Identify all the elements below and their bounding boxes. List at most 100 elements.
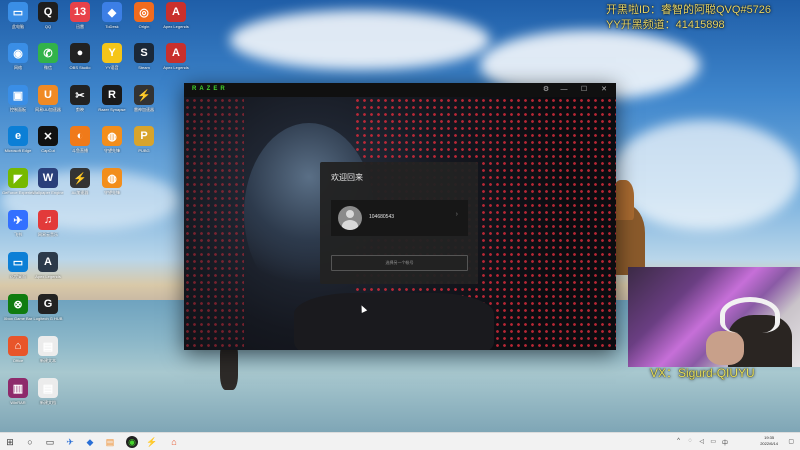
desktop-icon-label: QQ (44, 24, 52, 29)
chevron-up-icon[interactable]: ^ (677, 438, 680, 444)
windows-start-icon[interactable]: ⊞ (4, 436, 16, 448)
notification-icon[interactable]: ▢ (788, 438, 794, 445)
gear-icon[interactable]: ⚙ (541, 85, 551, 95)
desktop-icon[interactable]: ♫ 网易云音乐 (32, 210, 64, 237)
telegram-icon[interactable]: ✈ (64, 436, 76, 448)
folder-icon[interactable]: ▤ (104, 436, 116, 448)
desktop-icon-label: Apex Legends (163, 65, 189, 70)
desktop-icon[interactable]: U 网易UU加速器 (32, 85, 64, 112)
desktop-icon[interactable]: R Razer Synapse (96, 85, 128, 112)
desktop-app-icon: ⚡ (70, 168, 90, 188)
desktop-icon[interactable]: A Apex Legends (160, 2, 192, 29)
desktop-icon[interactable]: ◍ 守望先锋 (96, 126, 128, 153)
network-icon[interactable]: ◌ (688, 438, 692, 444)
desktop-app-icon: 13 (70, 2, 90, 22)
desktop-app-icon: A (166, 43, 186, 63)
desktop-app-icon: ◍ (102, 126, 122, 146)
office-icon[interactable]: ⌂ (168, 436, 180, 448)
avatar (338, 206, 362, 230)
desktop-icon-label: CapCut (41, 148, 55, 153)
desktop-app-icon: ◉ (8, 43, 28, 63)
desktop-icon-label: Logitech G HUB (33, 316, 63, 321)
desktop-icon[interactable]: ▤ 新建文档 (32, 378, 64, 405)
battery-icon[interactable]: ▭ (710, 438, 716, 445)
maximize-icon[interactable]: ☐ (579, 85, 589, 95)
desktop-icon-label: 远程桌面 (10, 274, 26, 279)
desktop-icon[interactable]: ✕ CapCut (32, 126, 64, 153)
task-view-icon[interactable]: ▭ (44, 436, 56, 448)
desktop-icon[interactable]: A Apex Legends (32, 252, 64, 279)
todesk-icon[interactable]: ◆ (84, 436, 96, 448)
desktop-app-icon: Q (38, 2, 58, 22)
desktop-icon[interactable]: S Steam (128, 43, 160, 70)
desktop-icon[interactable]: ⌂ Office (2, 336, 34, 363)
controller-art (294, 293, 494, 350)
desktop-app-icon: ◍ (102, 168, 122, 188)
choose-other-account-button[interactable]: 选择另一个帐号 (331, 255, 468, 271)
desktop-icon-label: Ac加速器 (71, 190, 89, 195)
stream-overlay-line2: YY开黑频道：41415898 (606, 19, 725, 31)
razer-logo: RAZER (192, 86, 228, 92)
desktop-icon[interactable]: ⚡ 雷神加速器 (128, 85, 160, 112)
tray-clock[interactable]: 19:35 2022/6/14 (760, 435, 778, 447)
desktop-icon-label: Origin (138, 24, 150, 29)
desktop-icon[interactable]: ▭ 远程桌面 (2, 252, 34, 279)
pinned-app-icon[interactable]: ⚡ (146, 436, 158, 448)
desktop-icon[interactable]: 13 迅雷 (64, 2, 96, 29)
webcam-overlay (628, 267, 800, 367)
desktop-icon[interactable]: ◐ 斗鱼直播 (64, 126, 96, 153)
desktop-icon-label: YY语音 (105, 65, 119, 70)
desktop-icon[interactable]: W Wallpaper Engine (32, 168, 64, 195)
desktop-icon-label: 守望先锋 (104, 148, 120, 153)
desktop-icon[interactable]: ✂ 剪映 (64, 85, 96, 112)
search-icon[interactable]: ○ (24, 436, 36, 448)
desktop-icon[interactable]: ⊗ Xbox Game Bar (2, 294, 34, 321)
desktop-icon[interactable]: Q QQ (32, 2, 64, 29)
desktop-icon[interactable]: ◍ 守望先锋 (96, 168, 128, 195)
desktop-icon[interactable]: ◆ ToDesk (96, 2, 128, 29)
desktop-icon-label: GeForce Experience (2, 190, 34, 195)
desktop-icon[interactable]: A Apex Legends (160, 43, 192, 70)
volume-icon[interactable]: ◁ (699, 438, 704, 445)
desktop-icon-label: Wallpaper Engine (32, 190, 64, 195)
desktop-icon-label: 雷神加速器 (134, 107, 154, 112)
ime-icon[interactable]: 中 (722, 438, 728, 447)
window-titlebar[interactable]: RAZER ⚙ — ☐ ✕ (184, 83, 616, 97)
desktop-icon[interactable]: ● OBS Studio (64, 43, 96, 70)
desktop-icon[interactable]: e Microsoft Edge (2, 126, 34, 153)
desktop-app-icon: ◐ (70, 126, 90, 146)
desktop-icon[interactable]: ◎ Origin (128, 2, 160, 29)
desktop-icon-label: 新建文本 (40, 358, 56, 363)
desktop-icon[interactable]: ▥ WinRAR (2, 378, 34, 405)
desktop-icon-label: 微信 (44, 65, 52, 70)
desktop-icon-label: 剪映 (76, 107, 84, 112)
desktop-app-icon: W (38, 168, 58, 188)
streamer-face (706, 331, 744, 365)
close-icon[interactable]: ✕ (599, 85, 609, 95)
desktop-icon-label: OBS Studio (69, 65, 91, 70)
desktop-icon[interactable]: ⚡ Ac加速器 (64, 168, 96, 195)
desktop-icon-label: Apex Legends (35, 274, 61, 279)
desktop-icon[interactable]: ▣ 控制面板 (2, 85, 34, 112)
desktop-icon[interactable]: P PUBG (128, 126, 160, 153)
desktop-app-icon: ✕ (38, 126, 58, 146)
desktop-icon-label: 守望先锋 (104, 190, 120, 195)
desktop-icon[interactable]: ✆ 微信 (32, 43, 64, 70)
desktop-app-icon: ⌂ (8, 336, 28, 356)
desktop-app-icon: ✆ (38, 43, 58, 63)
desktop-app-icon: Y (102, 43, 122, 63)
desktop-icon[interactable]: ✈ 飞书 (2, 210, 34, 237)
minimize-icon[interactable]: — (559, 85, 569, 95)
desktop-app-icon: P (134, 126, 154, 146)
desktop-icon[interactable]: ▤ 新建文本 (32, 336, 64, 363)
desktop-icon[interactable]: ◉ 网络 (2, 43, 34, 70)
desktop-icon[interactable]: Y YY语音 (96, 43, 128, 70)
saved-account-button[interactable]: 104680543 › (331, 200, 468, 236)
desktop-app-icon: ▤ (38, 378, 58, 398)
desktop-icon[interactable]: G Logitech G HUB (32, 294, 64, 321)
desktop-icon[interactable]: ▭ 此电脑 (2, 2, 34, 29)
desktop-app-icon: A (38, 252, 58, 272)
desktop-icon[interactable]: ◤ GeForce Experience (2, 168, 34, 195)
razer-taskbar-icon[interactable]: ◉ (126, 436, 138, 448)
chevron-right-icon: › (455, 211, 458, 218)
